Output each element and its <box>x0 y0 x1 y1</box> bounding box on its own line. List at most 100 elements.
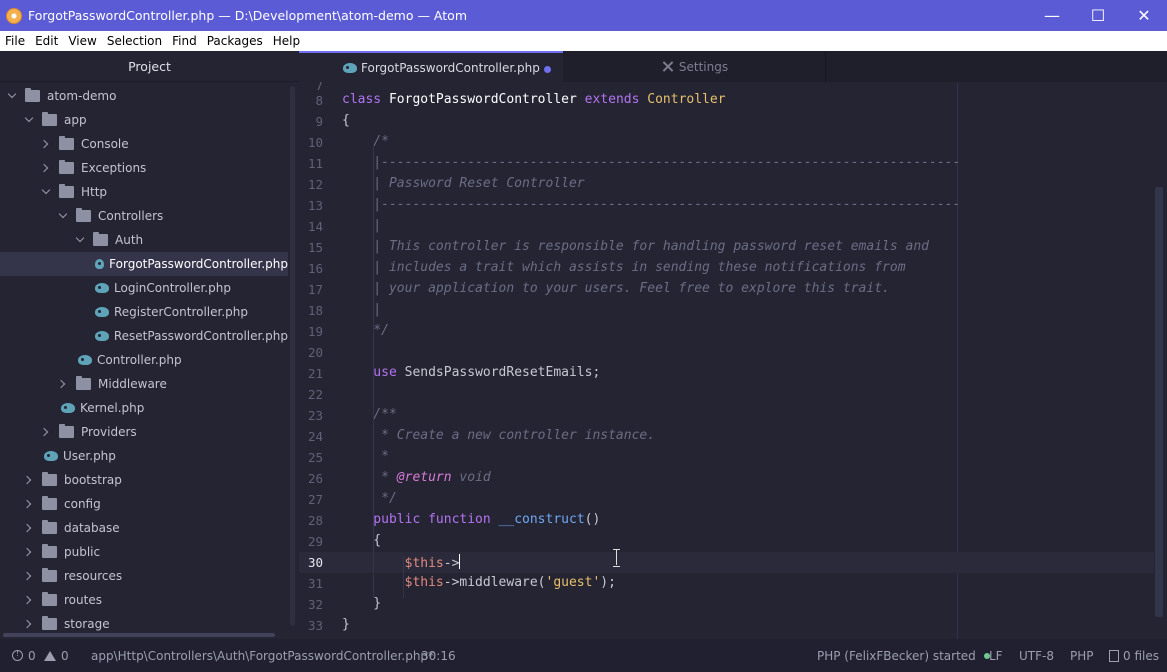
code-line[interactable]: * <box>342 449 389 464</box>
tree-folder-bootstrap[interactable]: bootstrap <box>0 468 288 492</box>
grammar[interactable]: PHP <box>1070 639 1094 672</box>
line-number[interactable]: 16 <box>299 261 323 276</box>
code-line[interactable]: | includes a trait which assists in send… <box>342 260 905 275</box>
line-number[interactable]: 23 <box>299 408 323 423</box>
code-line[interactable]: } <box>342 617 350 632</box>
tree-folder-database[interactable]: database <box>0 516 288 540</box>
tree-file-kernel-php[interactable]: Kernel.php <box>0 396 288 420</box>
line-number[interactable]: 31 <box>299 576 323 591</box>
code-line[interactable]: /* <box>342 134 389 149</box>
line-number[interactable]: 10 <box>299 135 323 150</box>
menu-edit[interactable]: Edit <box>30 34 63 48</box>
line-number[interactable]: 26 <box>299 471 323 486</box>
tree-folder-console[interactable]: Console <box>0 132 288 156</box>
tree-folder-providers[interactable]: Providers <box>0 420 288 444</box>
line-number[interactable]: 18 <box>299 303 323 318</box>
code-line[interactable]: * @return void <box>342 470 491 485</box>
tree-folder-app[interactable]: app <box>0 108 288 132</box>
language-server-status[interactable]: PHP (FelixFBecker) started <box>817 639 990 672</box>
tree-folder-http[interactable]: Http <box>0 180 288 204</box>
code-line[interactable]: public function __construct() <box>342 512 600 527</box>
chevron-down-icon[interactable] <box>24 115 34 125</box>
line-number[interactable]: 17 <box>299 282 323 297</box>
tree-vertical-scrollbar[interactable] <box>290 86 295 626</box>
code-editor[interactable]: 7 8 class ForgotPasswordController extends… <box>299 82 1167 639</box>
chevron-right-icon[interactable] <box>41 427 51 437</box>
menu-file[interactable]: File <box>0 34 30 48</box>
line-number[interactable]: 11 <box>299 156 323 171</box>
line-number[interactable]: 33 <box>299 618 323 633</box>
chevron-down-icon[interactable] <box>75 235 85 245</box>
code-line[interactable]: { <box>342 113 350 128</box>
chevron-right-icon[interactable] <box>24 595 34 605</box>
menu-view[interactable]: View <box>63 34 101 48</box>
code-line[interactable]: | <box>342 302 381 317</box>
line-number[interactable]: 25 <box>299 450 323 465</box>
line-number[interactable]: 12 <box>299 177 323 192</box>
git-files[interactable]: 0 files <box>1109 639 1159 672</box>
code-line[interactable]: | This controller is responsible for han… <box>342 239 929 254</box>
code-line[interactable]: $this-> <box>342 554 461 571</box>
tree-file-user-php[interactable]: User.php <box>0 444 288 468</box>
code-line[interactable]: | <box>342 218 381 233</box>
line-number[interactable]: 29 <box>299 534 323 549</box>
line-number[interactable]: 30 <box>299 555 323 570</box>
line-number[interactable]: 22 <box>299 387 323 402</box>
code-line[interactable]: use SendsPasswordResetEmails; <box>342 365 600 380</box>
chevron-right-icon[interactable] <box>24 499 34 509</box>
error-count[interactable]: 0 <box>12 639 36 672</box>
chevron-down-icon[interactable] <box>41 187 51 197</box>
chevron-right-icon[interactable] <box>41 139 51 149</box>
code-line[interactable]: | Password Reset Controller <box>342 176 584 191</box>
warning-count[interactable]: 0 <box>44 639 69 672</box>
chevron-down-icon[interactable] <box>7 91 17 101</box>
line-number[interactable]: 20 <box>299 345 323 360</box>
chevron-right-icon[interactable] <box>41 163 51 173</box>
tree-folder-exceptions[interactable]: Exceptions <box>0 156 288 180</box>
tree-folder-resources[interactable]: resources <box>0 564 288 588</box>
tab-forgot-password-controller[interactable]: ForgotPasswordController.php <box>299 51 563 82</box>
minimize-button[interactable]: — <box>1029 0 1075 31</box>
line-number[interactable]: 27 <box>299 492 323 507</box>
code-line[interactable]: */ <box>342 491 397 506</box>
code-line[interactable]: /** <box>342 407 397 422</box>
chevron-right-icon[interactable] <box>24 523 34 533</box>
line-number[interactable]: 13 <box>299 198 323 213</box>
chevron-right-icon[interactable] <box>24 619 34 629</box>
line-number[interactable]: 14 <box>299 219 323 234</box>
code-line[interactable]: class ForgotPasswordController extends C… <box>342 92 726 107</box>
tree-folder-controllers[interactable]: Controllers <box>0 204 288 228</box>
tree-file-resetpasswordcontroller-php[interactable]: ResetPasswordController.php <box>0 324 288 348</box>
line-number[interactable]: 28 <box>299 513 323 528</box>
maximize-button[interactable]: ☐ <box>1075 0 1121 31</box>
code-line[interactable]: } <box>342 596 381 611</box>
tree-folder-middleware[interactable]: Middleware <box>0 372 288 396</box>
tree-folder-auth[interactable]: Auth <box>0 228 288 252</box>
line-number[interactable]: 21 <box>299 366 323 381</box>
code-line[interactable]: $this->middleware('guest'); <box>342 575 616 590</box>
chevron-right-icon[interactable] <box>24 475 34 485</box>
line-ending[interactable]: LF <box>989 639 1003 672</box>
tree-horizontal-scrollbar[interactable] <box>3 633 275 637</box>
code-line[interactable]: * Create a new controller instance. <box>342 428 655 443</box>
chevron-down-icon[interactable] <box>58 211 68 221</box>
menu-help[interactable]: Help <box>268 34 305 48</box>
editor-vertical-scrollbar[interactable] <box>1155 187 1163 617</box>
tree-file-controller-php[interactable]: Controller.php <box>0 348 288 372</box>
tree-folder-public[interactable]: public <box>0 540 288 564</box>
chevron-right-icon[interactable] <box>24 571 34 581</box>
file-path[interactable]: app\Http\Controllers\Auth\ForgotPassword… <box>91 639 434 672</box>
close-button[interactable]: ✕ <box>1121 0 1167 31</box>
code-line[interactable]: */ <box>342 323 389 338</box>
chevron-right-icon[interactable] <box>24 547 34 557</box>
menu-packages[interactable]: Packages <box>202 34 268 48</box>
tree-folder-config[interactable]: config <box>0 492 288 516</box>
code-line[interactable]: |---------------------------------------… <box>342 155 960 170</box>
menu-selection[interactable]: Selection <box>102 34 167 48</box>
line-number[interactable]: 32 <box>299 597 323 612</box>
code-line[interactable]: { <box>342 533 381 548</box>
line-number[interactable]: 19 <box>299 324 323 339</box>
tree-file-forgotpasswordcontroller-php[interactable]: ForgotPasswordController.php <box>0 252 288 276</box>
code-line[interactable]: |---------------------------------------… <box>342 197 960 212</box>
tab-settings[interactable]: Settings <box>564 51 826 82</box>
